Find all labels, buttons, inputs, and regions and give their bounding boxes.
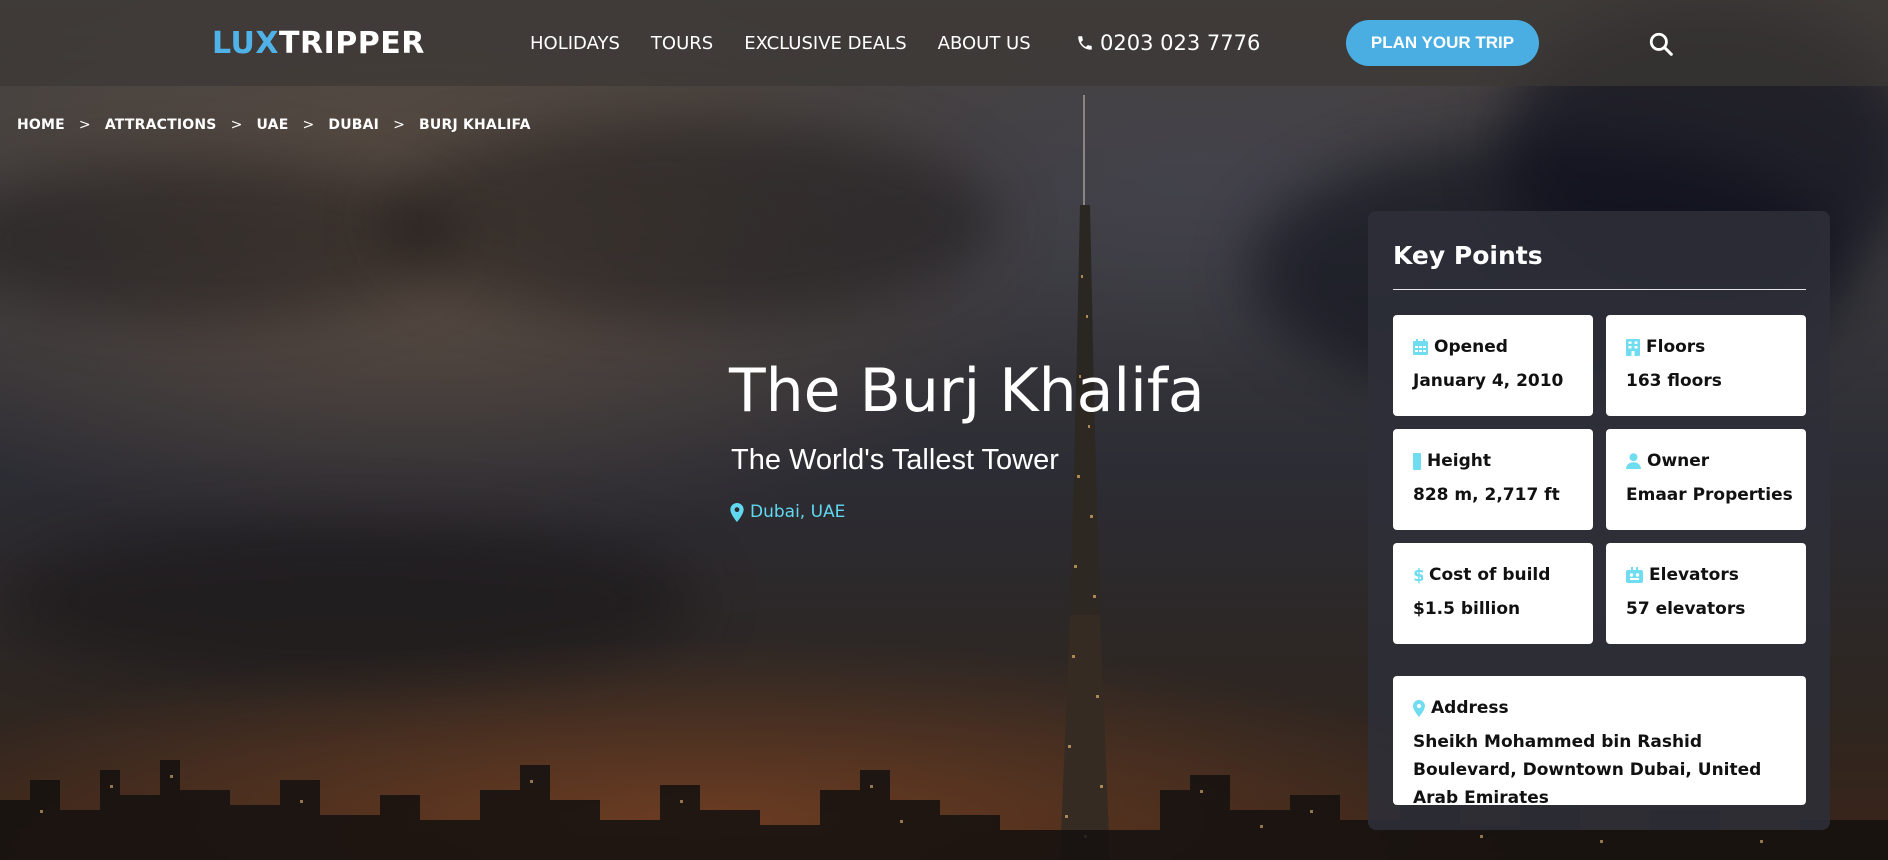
opened-label: Opened [1434, 337, 1508, 357]
logo-lux-text: LUX [212, 26, 280, 61]
building-icon [1626, 338, 1640, 356]
page-title: The Burj Khalifa [729, 356, 1205, 426]
height-label: Height [1427, 451, 1491, 471]
breadcrumb: HOME > ATTRACTIONS > UAE > DUBAI > BURJ … [17, 117, 531, 133]
hero-location-text: Dubai, UAE [750, 502, 846, 522]
floors-value: 163 floors [1626, 371, 1722, 391]
breadcrumb-dubai[interactable]: DUBAI [328, 117, 379, 133]
user-icon [1626, 453, 1641, 469]
key-points-divider [1393, 289, 1806, 290]
elevators-label: Elevators [1649, 565, 1739, 585]
breadcrumb-separator: > [230, 117, 243, 133]
height-value: 828 m, 2,717 ft [1413, 485, 1560, 505]
breadcrumb-separator: > [302, 117, 315, 133]
breadcrumb-separator: > [393, 117, 406, 133]
breadcrumb-uae[interactable]: UAE [257, 117, 289, 133]
address-value: Sheikh Mohammed bin Rashid Boulevard, Do… [1413, 732, 1762, 808]
key-point-height: Height 828 m, 2,717 ft [1393, 429, 1593, 530]
key-point-opened: Opened January 4, 2010 [1393, 315, 1593, 416]
map-pin-icon [1413, 699, 1425, 717]
elevator-icon [1626, 567, 1643, 583]
address-label: Address [1431, 698, 1509, 718]
breadcrumb-separator: > [78, 117, 91, 133]
phone-number: 0203 023 7776 [1100, 31, 1261, 55]
svg-text:$: $ [1413, 566, 1423, 584]
opened-value: January 4, 2010 [1413, 371, 1564, 391]
owner-label: Owner [1647, 451, 1710, 471]
key-point-cost: $ Cost of build $1.5 billion [1393, 543, 1593, 644]
cost-label: Cost of build [1429, 565, 1551, 585]
breadcrumb-home[interactable]: HOME [17, 117, 65, 133]
plan-your-trip-button[interactable]: PLAN YOUR TRIP [1346, 20, 1539, 66]
owner-value: Emaar Properties [1626, 485, 1793, 505]
phone-link[interactable]: 0203 023 7776 [1076, 31, 1260, 55]
site-header: LUXTRIPPER HOLIDAYS TOURS EXCLUSIVE DEAL… [0, 0, 1888, 86]
breadcrumb-burj-khalifa[interactable]: BURJ KHALIFA [419, 117, 531, 133]
height-bar-icon [1413, 452, 1421, 470]
luxtripper-logo[interactable]: LUXTRIPPER [212, 26, 425, 61]
key-point-address: Address Sheikh Mohammed bin Rashid Boule… [1393, 676, 1806, 808]
key-point-owner: Owner Emaar Properties [1606, 429, 1806, 530]
key-point-elevators: Elevators 57 elevators [1606, 543, 1806, 644]
nav-tours[interactable]: TOURS [651, 33, 713, 54]
floors-label: Floors [1646, 337, 1706, 357]
nav-about-us[interactable]: ABOUT US [938, 33, 1031, 54]
dollar-icon: $ [1413, 566, 1423, 584]
nav-holidays[interactable]: HOLIDAYS [530, 33, 620, 54]
main-nav: HOLIDAYS TOURS EXCLUSIVE DEALS ABOUT US [530, 33, 1031, 54]
hero-location: Dubai, UAE [730, 502, 845, 522]
calendar-icon [1413, 339, 1428, 355]
map-pin-icon [730, 502, 744, 522]
logo-tripper-text: TRIPPER [279, 26, 425, 61]
cost-value: $1.5 billion [1413, 599, 1521, 619]
elevators-value: 57 elevators [1626, 599, 1746, 619]
search-icon[interactable] [1648, 31, 1674, 61]
breadcrumb-attractions[interactable]: ATTRACTIONS [105, 117, 217, 133]
key-points-panel: Key Points Opened January 4, 2010 Floors… [1368, 211, 1830, 830]
key-point-floors: Floors 163 floors [1606, 315, 1806, 416]
phone-icon [1078, 36, 1092, 50]
nav-exclusive-deals[interactable]: EXCLUSIVE DEALS [744, 33, 906, 54]
key-points-title: Key Points [1393, 241, 1543, 270]
page-subtitle: The World's Tallest Tower [731, 444, 1059, 476]
